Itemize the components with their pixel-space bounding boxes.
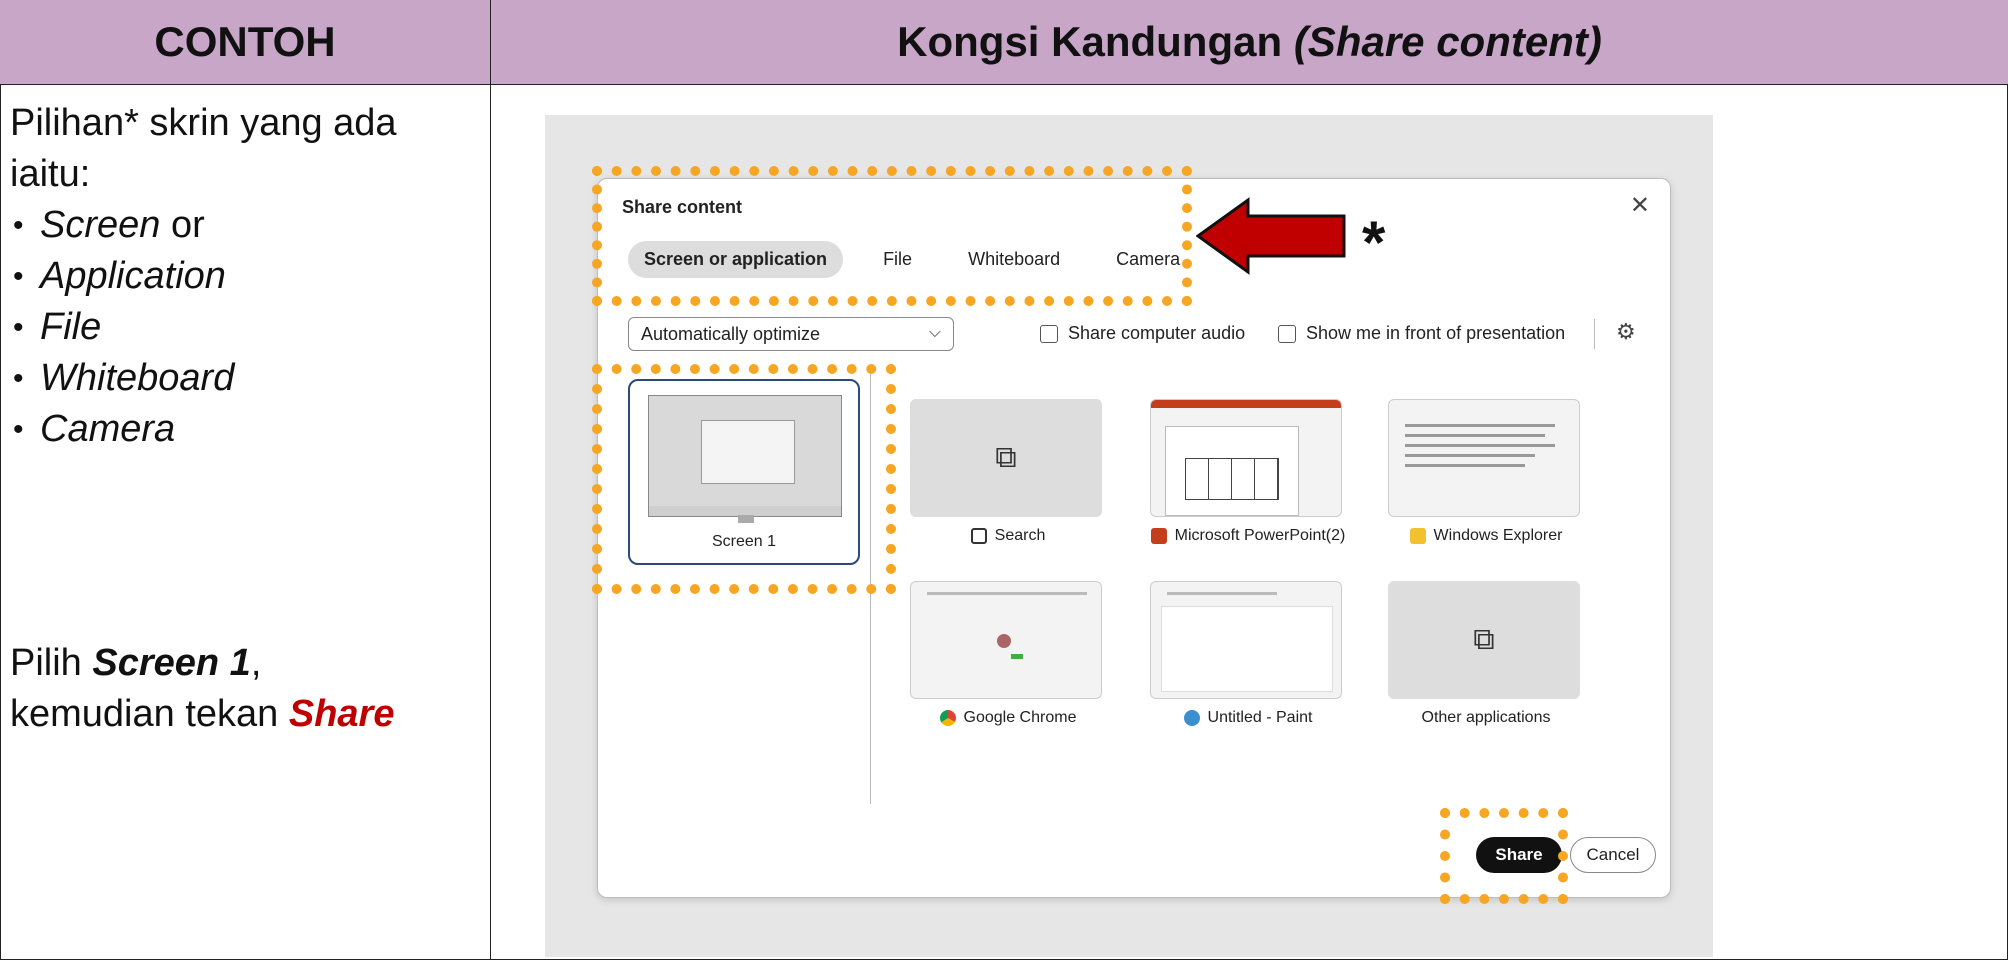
thumb-row bbox=[1405, 464, 1525, 467]
app-thumbnail bbox=[1150, 399, 1342, 517]
app-google-chrome[interactable]: Google Chrome bbox=[910, 581, 1106, 727]
instruction-screen: Screen 1 bbox=[92, 642, 251, 684]
option-list: Screen or Application File Whiteboard Ca… bbox=[10, 200, 480, 455]
thumb-row bbox=[1405, 454, 1535, 457]
app-label: Other applications bbox=[1421, 709, 1551, 726]
chrome-icon bbox=[939, 710, 956, 726]
screen-highlight bbox=[592, 364, 896, 594]
option-item: Screen or bbox=[10, 200, 480, 251]
option-italic: Camera bbox=[40, 408, 176, 450]
app-label: Google Chrome bbox=[963, 709, 1077, 726]
gear-icon[interactable]: ⚙ bbox=[1616, 319, 1636, 345]
app-thumbnail: ⧉ bbox=[910, 399, 1102, 517]
close-icon[interactable]: ✕ bbox=[1630, 191, 1650, 220]
option-italic: Whiteboard bbox=[40, 357, 235, 399]
left-panel: Pilihan* skrin yang ada iaitu: Screen or… bbox=[10, 98, 480, 735]
app-thumbnail bbox=[1388, 399, 1580, 517]
intro-text: Pilihan* skrin yang ada iaitu: bbox=[10, 102, 397, 195]
powerpoint-icon bbox=[1150, 528, 1167, 544]
thumb-row bbox=[1405, 444, 1555, 447]
cancel-button[interactable]: Cancel bbox=[1570, 837, 1656, 873]
app-other-applications[interactable]: ⧉ Other applications bbox=[1388, 581, 1584, 727]
instruction-mid: kemudian tekan bbox=[10, 693, 289, 735]
app-label: Untitled - Paint bbox=[1207, 709, 1313, 726]
option-item: Camera bbox=[10, 404, 480, 455]
thumb-row bbox=[1405, 434, 1545, 437]
option-italic: Application bbox=[40, 255, 226, 297]
optimize-dropdown[interactable]: Automatically optimize ⌵ bbox=[628, 317, 954, 351]
thumb-row bbox=[1405, 424, 1555, 427]
asterisk-marker: * bbox=[1362, 209, 1386, 276]
thumb-ribbon bbox=[1151, 400, 1341, 408]
app-windows-explorer[interactable]: Windows Explorer bbox=[1388, 399, 1584, 545]
instruction-prefix: Pilih bbox=[10, 642, 93, 684]
option-plain: or bbox=[160, 204, 205, 246]
show-me-option[interactable]: Show me in front of presentation bbox=[1278, 323, 1565, 344]
folder-icon bbox=[1409, 528, 1426, 544]
search-window-icon bbox=[970, 528, 987, 544]
header-title: Kongsi Kandungan bbox=[897, 18, 1294, 65]
app-thumbnail: ⧉ bbox=[1388, 581, 1580, 699]
option-italic: File bbox=[40, 306, 102, 348]
option-italic: Screen bbox=[40, 204, 161, 246]
column-header-left: CONTOH bbox=[0, 0, 491, 85]
optimize-value: Automatically optimize bbox=[641, 323, 821, 344]
instruction-share: Share bbox=[288, 693, 395, 735]
app-paint[interactable]: Untitled - Paint bbox=[1150, 581, 1346, 727]
paint-icon bbox=[1183, 710, 1200, 726]
thumb-row bbox=[927, 592, 1087, 595]
option-item: File bbox=[10, 302, 480, 353]
share-audio-option[interactable]: Share computer audio bbox=[1040, 323, 1245, 344]
share-audio-label: Share computer audio bbox=[1068, 323, 1246, 343]
option-item: Whiteboard bbox=[10, 353, 480, 404]
column-divider bbox=[490, 0, 491, 960]
thumb-row bbox=[1167, 592, 1277, 595]
instruction-comma: , bbox=[250, 642, 262, 684]
share-audio-checkbox[interactable] bbox=[1040, 324, 1058, 343]
app-thumbnail bbox=[910, 581, 1102, 699]
app-label: Search bbox=[994, 527, 1046, 544]
arrow-pointer-icon bbox=[1196, 197, 1346, 275]
app-label: Windows Explorer bbox=[1433, 527, 1563, 544]
thumb-button bbox=[1011, 654, 1023, 659]
thumb-avatar bbox=[997, 634, 1011, 648]
chevron-down-icon: ⌵ bbox=[928, 324, 941, 341]
option-item: Application bbox=[10, 251, 480, 302]
thumb-canvas bbox=[1161, 606, 1333, 692]
show-me-label: Show me in front of presentation bbox=[1306, 323, 1566, 343]
options-divider bbox=[1594, 319, 1595, 349]
tabs-highlight bbox=[592, 166, 1192, 306]
instruction-text: Pilih Screen 1, kemudian tekan Share bbox=[10, 638, 485, 740]
share-highlight bbox=[1440, 808, 1568, 904]
app-thumbnail bbox=[1150, 581, 1342, 699]
search-window-icon: ⧉ bbox=[995, 441, 1017, 474]
thumb-table bbox=[1185, 458, 1279, 500]
show-me-checkbox[interactable] bbox=[1278, 324, 1296, 343]
header-title-italic: (Share content) bbox=[1293, 18, 1602, 65]
stacked-windows-icon: ⧉ bbox=[1473, 623, 1495, 656]
app-search[interactable]: ⧉ Search bbox=[910, 399, 1106, 545]
app-label: Microsoft PowerPoint(2) bbox=[1174, 527, 1346, 544]
column-header-right: Kongsi Kandungan (Share content) bbox=[491, 0, 2008, 85]
app-powerpoint[interactable]: Microsoft PowerPoint(2) bbox=[1150, 399, 1346, 545]
